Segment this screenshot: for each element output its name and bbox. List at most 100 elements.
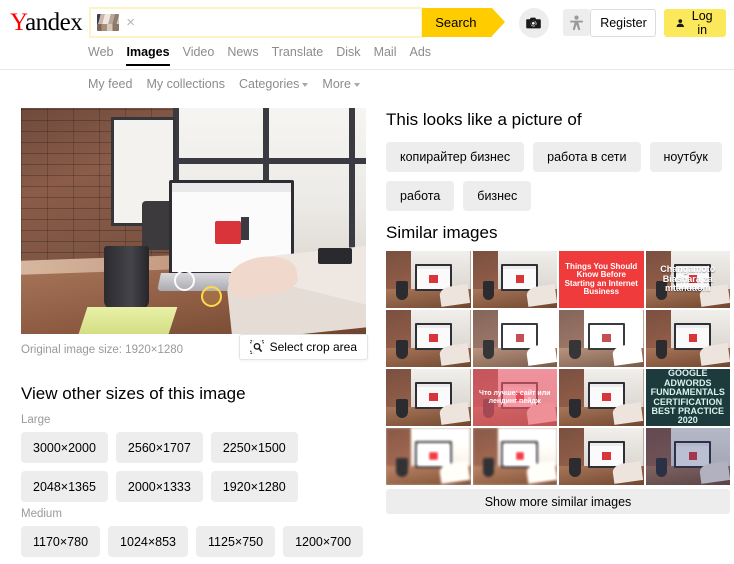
search-input[interactable]	[141, 9, 419, 36]
preview-coffee-mug	[103, 245, 149, 310]
size-group-label: Large	[21, 414, 51, 426]
thumb-scene	[472, 310, 557, 367]
similar-image-thumb[interactable]	[386, 310, 471, 367]
subnav-item-more[interactable]: More	[322, 77, 360, 91]
logo-letter-y: Y	[10, 9, 26, 36]
other-sizes-list: Large 3000×2000 2560×1707 2250×1500 2048×136…	[21, 414, 368, 557]
accessibility-button[interactable]	[563, 9, 591, 36]
login-button[interactable]: Log in	[664, 8, 727, 37]
suggested-tags: копирайтер бизнес работа в сети ноутбук раб…	[386, 142, 730, 211]
similar-image-thumb[interactable]	[472, 310, 557, 367]
register-button[interactable]: Register	[590, 8, 657, 37]
similar-images-title: Similar images	[386, 223, 498, 242]
size-option[interactable]: 2250×1500	[210, 432, 298, 463]
thumb-scene	[386, 428, 471, 485]
nav-item-web[interactable]: Web	[88, 45, 113, 64]
suggested-tag[interactable]: ноутбук	[649, 142, 722, 172]
suggested-tag[interactable]: работа	[386, 181, 455, 211]
similar-image-thumb[interactable]	[559, 428, 644, 485]
nav-item-translate[interactable]: Translate	[272, 45, 324, 64]
logo-text: andex	[25, 9, 83, 36]
suggested-tag[interactable]: бизнес	[463, 181, 532, 211]
similar-image-thumb[interactable]: Changamoto Biashara za mtandaoni	[645, 251, 730, 308]
chevron-down-icon	[302, 83, 309, 87]
user-icon	[677, 18, 685, 27]
preview-window-mullion	[172, 157, 366, 164]
preview-screen-logo	[214, 220, 241, 244]
suggested-tag[interactable]: работа в сети	[533, 142, 641, 172]
select-crop-area-button[interactable]: Select crop area	[238, 334, 368, 360]
subnav-item-categories[interactable]: Categories	[238, 77, 309, 91]
nav-item-video[interactable]: Video	[183, 45, 215, 64]
subnav-item-label: More	[322, 77, 351, 91]
preview-screen-logo-dark	[240, 217, 250, 241]
left-column: Original image size: 1920×1280 Select cr…	[0, 108, 368, 563]
size-option[interactable]: 2048×1365	[21, 471, 108, 502]
show-more-similar-button[interactable]: Show more similar images	[386, 489, 730, 514]
service-nav: Web Images Video News Translate Disk Mail Ads	[0, 45, 734, 68]
size-option[interactable]: 3000×2000	[21, 432, 108, 463]
similar-image-thumb[interactable]	[472, 428, 557, 485]
thumb-scene	[472, 428, 557, 485]
similar-image-thumb[interactable]: Things You Should Know Before Starting a…	[559, 251, 644, 308]
subnav-item-my-feed[interactable]: My feed	[88, 77, 132, 91]
clear-query-icon[interactable]: ×	[126, 15, 135, 30]
thumb-overlay-text: GOOGLE ADWORDS FUNDAMENTALS CERTIFICATIO…	[645, 369, 730, 426]
nav-item-images[interactable]: Images	[126, 45, 170, 66]
object-marker-cup[interactable]	[201, 286, 222, 307]
size-chip-row: 1170×780 1024×853 1125×750 1200×700	[21, 526, 368, 557]
thumb-scene	[645, 310, 730, 367]
similar-image-thumb[interactable]	[472, 251, 557, 308]
original-image-size: Original image size: 1920×1280	[21, 344, 184, 356]
subnav-item-label: My collections	[146, 77, 225, 91]
search-button[interactable]: Search	[422, 8, 506, 37]
preview-notepad	[78, 306, 178, 334]
preview-phone	[317, 248, 353, 264]
similar-image-thumb[interactable]	[559, 310, 644, 367]
size-option[interactable]: 2560×1707	[115, 432, 203, 463]
size-option[interactable]: 1125×750	[196, 526, 276, 557]
nav-item-ads[interactable]: Ads	[409, 45, 431, 64]
looks-like-title: This looks like a picture of	[386, 110, 582, 129]
thumb-overlay-text: Things You Should Know Before Starting a…	[559, 251, 644, 308]
similar-image-thumb[interactable]	[386, 251, 471, 308]
thumb-scene	[559, 310, 644, 367]
nav-item-news[interactable]: News	[227, 45, 258, 64]
crop-area-icon	[249, 340, 264, 354]
size-option[interactable]: 1200×700	[283, 526, 364, 557]
right-column: This looks like a picture of копирайтер …	[368, 108, 734, 563]
thumb-scene	[386, 369, 471, 426]
thumb-scene	[559, 428, 644, 485]
subnav-item-label: My feed	[88, 77, 133, 91]
thumb-scene	[386, 310, 471, 367]
suggested-tag[interactable]: копирайтер бизнес	[386, 142, 525, 172]
subnav-item-my-collections[interactable]: My collections	[146, 77, 225, 91]
size-option[interactable]: 1024×853	[108, 526, 189, 557]
camera-search-button[interactable]	[519, 7, 550, 38]
size-option[interactable]: 2000×1333	[115, 471, 203, 502]
other-sizes-title: View other sizes of this image	[21, 384, 246, 403]
nav-item-mail[interactable]: Mail	[374, 45, 397, 64]
similar-image-thumb[interactable]: Что лучше: сайт или лендинг пейдж	[472, 369, 557, 426]
similar-image-thumb[interactable]	[386, 428, 471, 485]
preview-image[interactable]	[21, 108, 366, 334]
size-option[interactable]: 1170×780	[21, 526, 101, 557]
object-marker-mug[interactable]	[174, 270, 195, 291]
similar-image-thumb[interactable]	[559, 369, 644, 426]
subnav-item-label: Categories	[238, 77, 300, 91]
similar-image-thumb[interactable]: GOOGLE ADWORDS FUNDAMENTALS CERTIFICATIO…	[645, 369, 730, 426]
query-image-thumbnail[interactable]	[97, 14, 120, 31]
search-bar: × Search	[89, 7, 506, 38]
similar-image-thumb[interactable]	[645, 310, 730, 367]
similar-image-thumb[interactable]	[386, 369, 471, 426]
yandex-logo[interactable]: Yandex	[10, 9, 83, 36]
size-chip-row: 3000×2000 2560×1707 2250×1500 2048×1365 2000…	[21, 432, 368, 502]
search-field[interactable]: ×	[89, 7, 424, 38]
similar-image-thumb[interactable]	[645, 428, 730, 485]
size-option[interactable]: 1920×1280	[210, 471, 298, 502]
thumb-overlay-text	[645, 428, 730, 485]
images-subnav: My feed My collections Categories More	[0, 70, 734, 98]
nav-item-disk[interactable]: Disk	[336, 45, 360, 64]
crop-button-label: Select crop area	[269, 340, 357, 354]
login-label: Log in	[691, 8, 713, 37]
